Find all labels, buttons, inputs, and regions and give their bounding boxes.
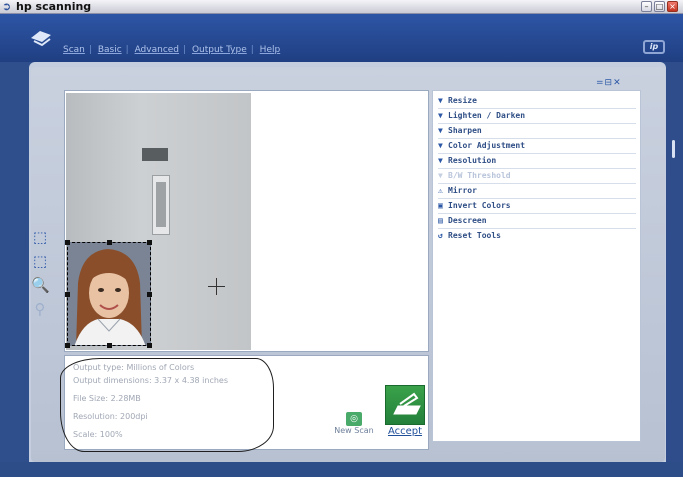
tool-resize[interactable]: ▼ Resize <box>438 94 636 109</box>
hp-logo-icon: ip <box>643 40 665 54</box>
minimize-button[interactable]: – <box>641 1 652 12</box>
tool-resolution[interactable]: ▼ Resolution <box>438 154 636 169</box>
tool-sharpen[interactable]: ▼ Sharpen <box>438 124 636 139</box>
descreen-icon: ▤ <box>438 216 443 225</box>
menu-advanced[interactable]: Advanced <box>135 45 179 55</box>
selection-handle[interactable] <box>147 240 152 245</box>
selection-handle[interactable] <box>107 240 112 245</box>
new-scan-icon: ◎ <box>346 412 362 426</box>
photo-portrait <box>68 243 150 345</box>
tool-lighten-darken[interactable]: ▼ Lighten / Darken <box>438 109 636 124</box>
selection-handle[interactable] <box>65 292 70 297</box>
zoom-out-icon[interactable]: ⚲ <box>31 300 49 318</box>
selection-region[interactable] <box>67 242 151 346</box>
scan-dark-patch <box>142 148 168 161</box>
accept-button[interactable]: Accept <box>382 385 428 443</box>
rotate-left-icon[interactable]: ⬚ <box>31 228 49 246</box>
maximize-button[interactable]: □ <box>654 1 665 12</box>
zoom-icon[interactable]: 🔍 <box>31 276 50 294</box>
hand-drawn-outline <box>60 358 274 452</box>
selection-handle[interactable] <box>107 343 112 348</box>
menu-scan[interactable]: Scan <box>63 45 85 55</box>
hp-arrow-logo-icon <box>31 31 51 47</box>
mirror-icon: ⚠ <box>438 186 443 195</box>
selection-handle[interactable] <box>147 343 152 348</box>
triangle-down-icon: ▼ <box>438 96 443 105</box>
new-scan-label: New Scan <box>334 426 374 435</box>
triangle-down-icon: ▼ <box>438 141 443 150</box>
main-menu: Scan | Basic | Advanced | Output Type | Help <box>63 45 281 55</box>
new-scan-button[interactable]: ◎ New Scan <box>332 412 376 440</box>
close-button[interactable]: × <box>667 1 678 12</box>
selection-handle[interactable] <box>65 343 70 348</box>
triangle-down-icon: ▼ <box>438 171 443 180</box>
window-title: hp scanning <box>16 0 92 13</box>
panel-controls[interactable]: =⊟✕ <box>596 78 622 88</box>
scan-bar-shape <box>152 175 170 235</box>
crosshair-cursor-icon <box>208 278 225 295</box>
accept-label: Accept <box>387 426 423 437</box>
selection-handle[interactable] <box>147 292 152 297</box>
tool-reset-tools[interactable]: ↺ Reset Tools <box>438 229 636 243</box>
selection-handle[interactable] <box>65 240 70 245</box>
panel-collapse-handle[interactable] <box>672 140 675 158</box>
tool-color-adjustment[interactable]: ▼ Color Adjustment <box>438 139 636 154</box>
tool-descreen[interactable]: ▤ Descreen <box>438 214 636 229</box>
menu-output-type[interactable]: Output Type <box>192 45 247 55</box>
bottom-bar <box>0 462 683 477</box>
menu-help[interactable]: Help <box>260 45 281 55</box>
rotate-right-icon[interactable]: ⬚ <box>31 252 49 270</box>
triangle-down-icon: ▼ <box>438 156 443 165</box>
accept-scanner-icon <box>385 385 425 425</box>
reset-icon: ↺ <box>438 231 443 240</box>
tool-bw-threshold: ▼ B/W Threshold <box>438 169 636 184</box>
invert-colors-icon: ▣ <box>438 201 443 210</box>
title-bar: ➲ hp scanning – □ × <box>0 0 683 14</box>
menu-basic[interactable]: Basic <box>98 45 122 55</box>
right-edge-bar <box>666 62 683 477</box>
left-toolbar: ⬚ ⬚ 🔍 ⚲ <box>31 228 53 338</box>
hp-scanning-icon: ➲ <box>2 0 12 13</box>
triangle-down-icon: ▼ <box>438 126 443 135</box>
app-header: Scan | Basic | Advanced | Output Type | Help… <box>0 14 683 62</box>
tool-mirror[interactable]: ⚠ Mirror <box>438 184 636 199</box>
triangle-down-icon: ▼ <box>438 111 443 120</box>
tool-invert-colors[interactable]: ▣ Invert Colors <box>438 199 636 214</box>
